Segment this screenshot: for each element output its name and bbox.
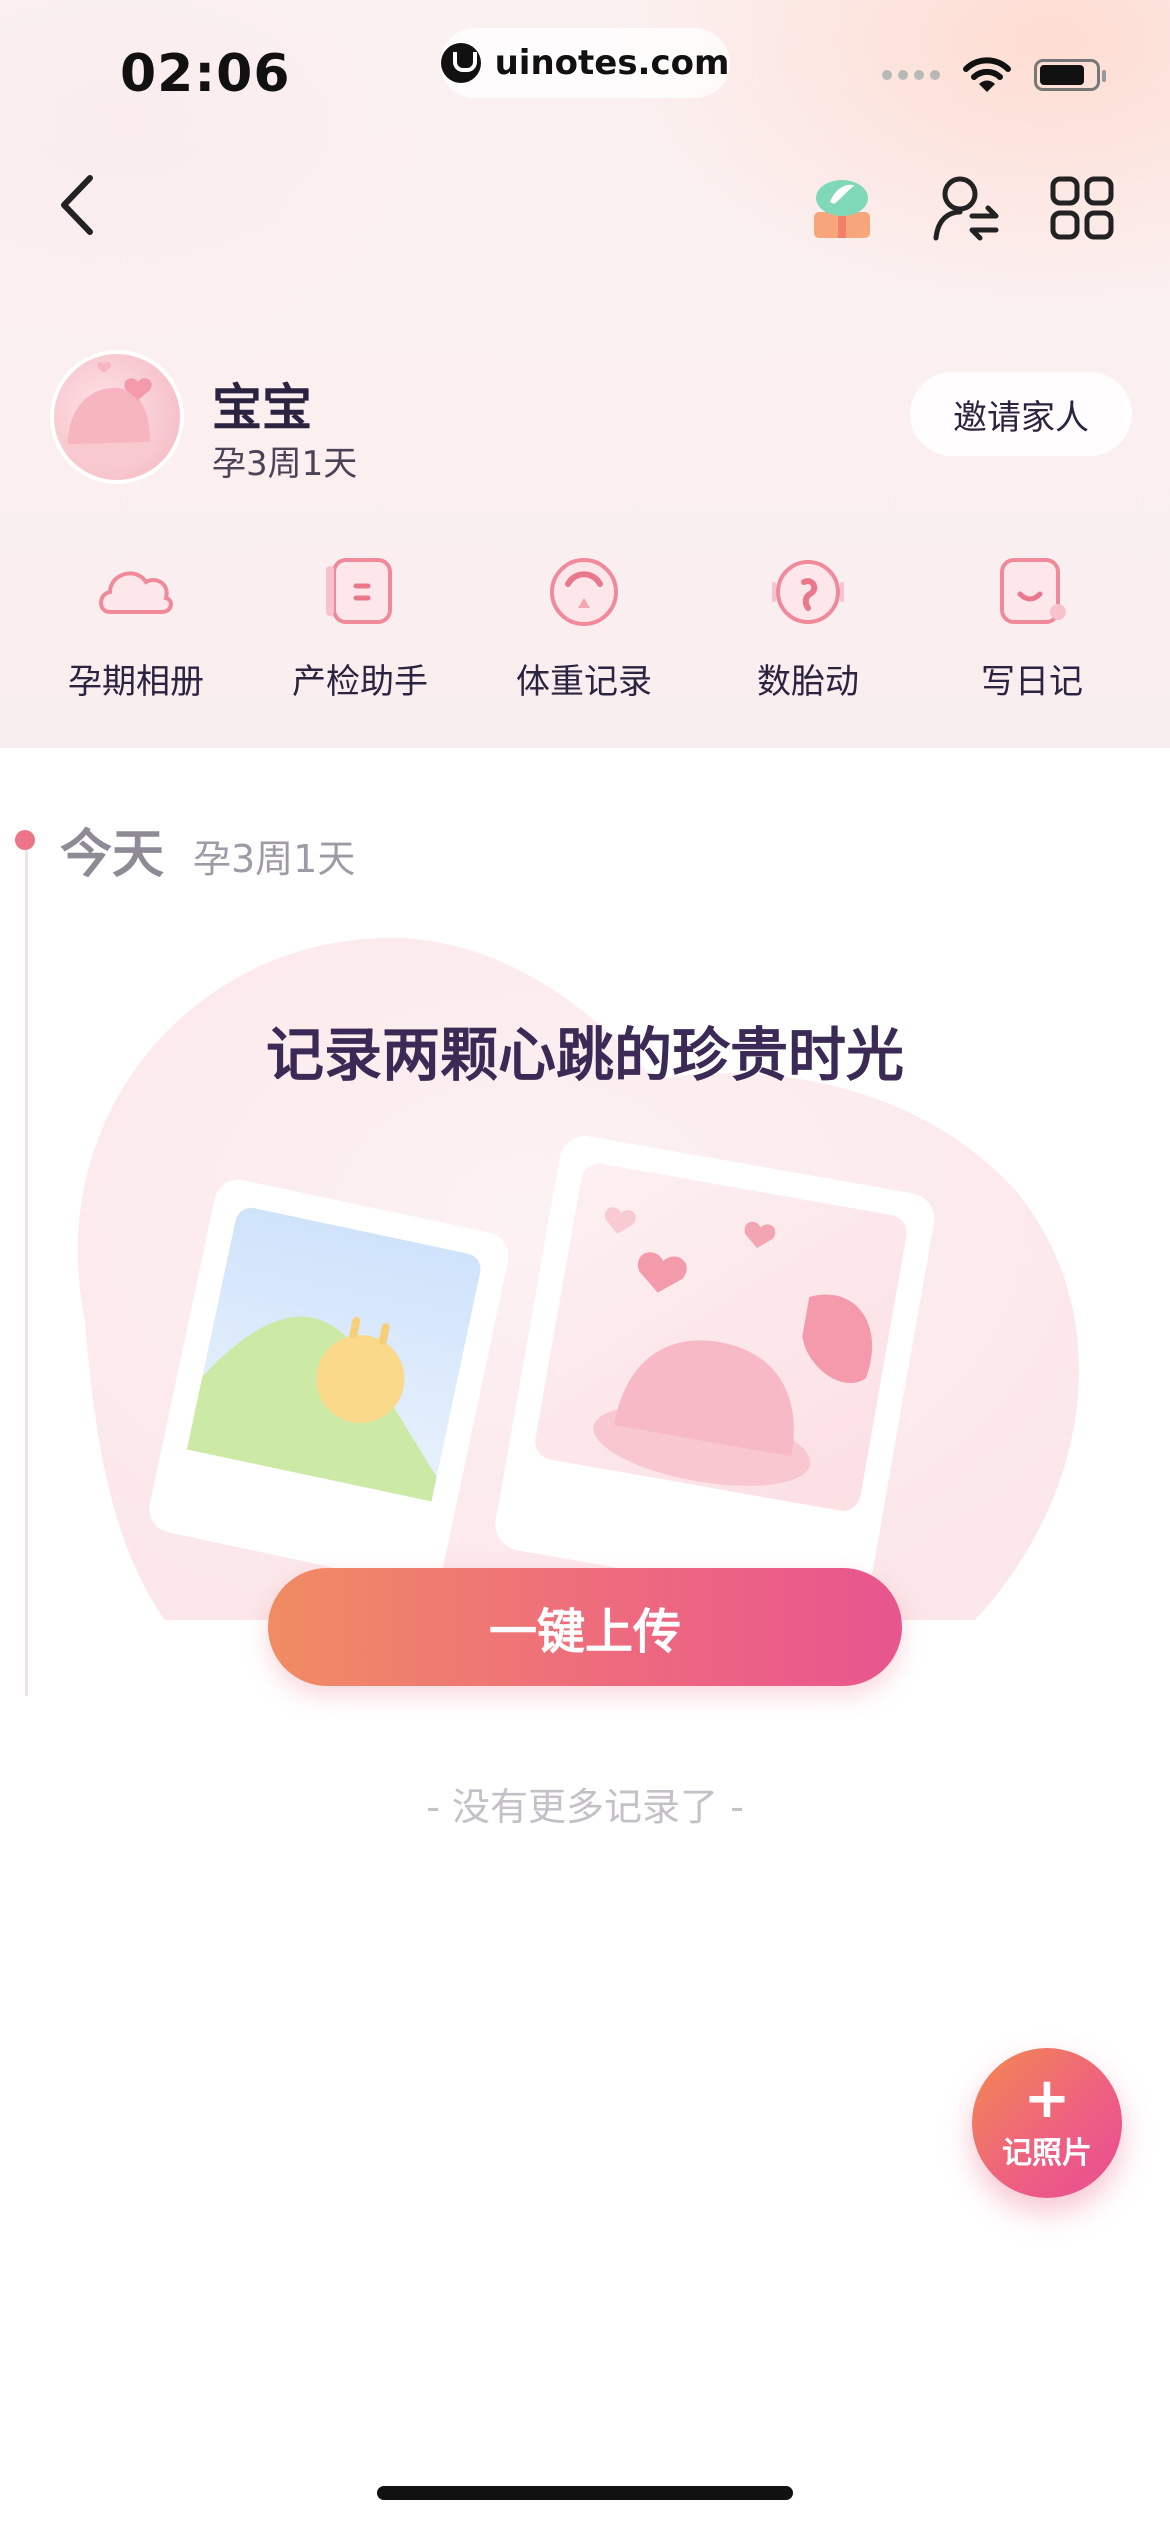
- empty-state-title: 记录两颗心跳的珍贵时光: [265, 1021, 904, 1089]
- timeline-dot: [15, 830, 35, 850]
- timeline-today-label: 今天: [60, 825, 165, 885]
- url-text: uinotes.com: [494, 43, 730, 83]
- weight-scale-icon: [550, 558, 618, 626]
- plus-icon: +: [1023, 2066, 1071, 2131]
- quick-action-weight[interactable]: 体重记录: [484, 552, 684, 703]
- gift-leaf-icon[interactable]: [808, 172, 876, 244]
- cellular-signal-icon: [882, 70, 940, 80]
- quick-action-checkup[interactable]: 产检助手: [260, 552, 460, 703]
- quick-action-label: 孕期相册: [68, 662, 204, 702]
- pregnancy-week: 孕3周1天: [212, 444, 358, 484]
- fab-label: 记照片: [1002, 2136, 1092, 2171]
- status-indicators: [882, 56, 1106, 94]
- url-pill[interactable]: uinotes.com: [440, 28, 730, 98]
- cloud-album-icon: [99, 571, 173, 614]
- home-indicator: [377, 2486, 793, 2500]
- status-time: 02:06: [120, 44, 291, 104]
- back-arrow-icon[interactable]: [52, 170, 112, 240]
- no-more-records-text: - 没有更多记录了 -: [426, 1785, 744, 1829]
- switch-user-icon[interactable]: [930, 172, 1002, 244]
- quick-action-diary[interactable]: 写日记: [932, 552, 1132, 703]
- quick-action-label: 数胎动: [757, 662, 859, 702]
- add-photo-fab[interactable]: + 记照片: [972, 2048, 1122, 2198]
- battery-icon: [1034, 59, 1106, 91]
- quick-action-fetal-movement[interactable]: 数胎动: [708, 552, 908, 703]
- quick-action-label: 写日记: [981, 662, 1083, 702]
- grid-menu-icon[interactable]: [1050, 176, 1114, 240]
- one-click-upload-button[interactable]: 一键上传: [268, 1568, 902, 1686]
- baby-hat-illustration: [62, 362, 158, 468]
- quick-action-label: 体重记录: [516, 662, 652, 702]
- invite-family-button[interactable]: 邀请家人: [910, 372, 1132, 456]
- timeline-line: [25, 836, 28, 1696]
- profile-name: 宝宝: [212, 379, 312, 437]
- quick-action-label: 产检助手: [292, 662, 428, 702]
- checkup-card-icon: [326, 558, 392, 624]
- diary-icon: [1000, 558, 1066, 624]
- timeline-week-label: 孕3周1天: [193, 837, 356, 881]
- site-logo-icon: [440, 43, 481, 83]
- wifi-icon: [963, 57, 1011, 92]
- quick-action-album[interactable]: 孕期相册: [36, 552, 236, 703]
- fetal-movement-icon: [772, 560, 844, 624]
- avatar[interactable]: [50, 350, 184, 484]
